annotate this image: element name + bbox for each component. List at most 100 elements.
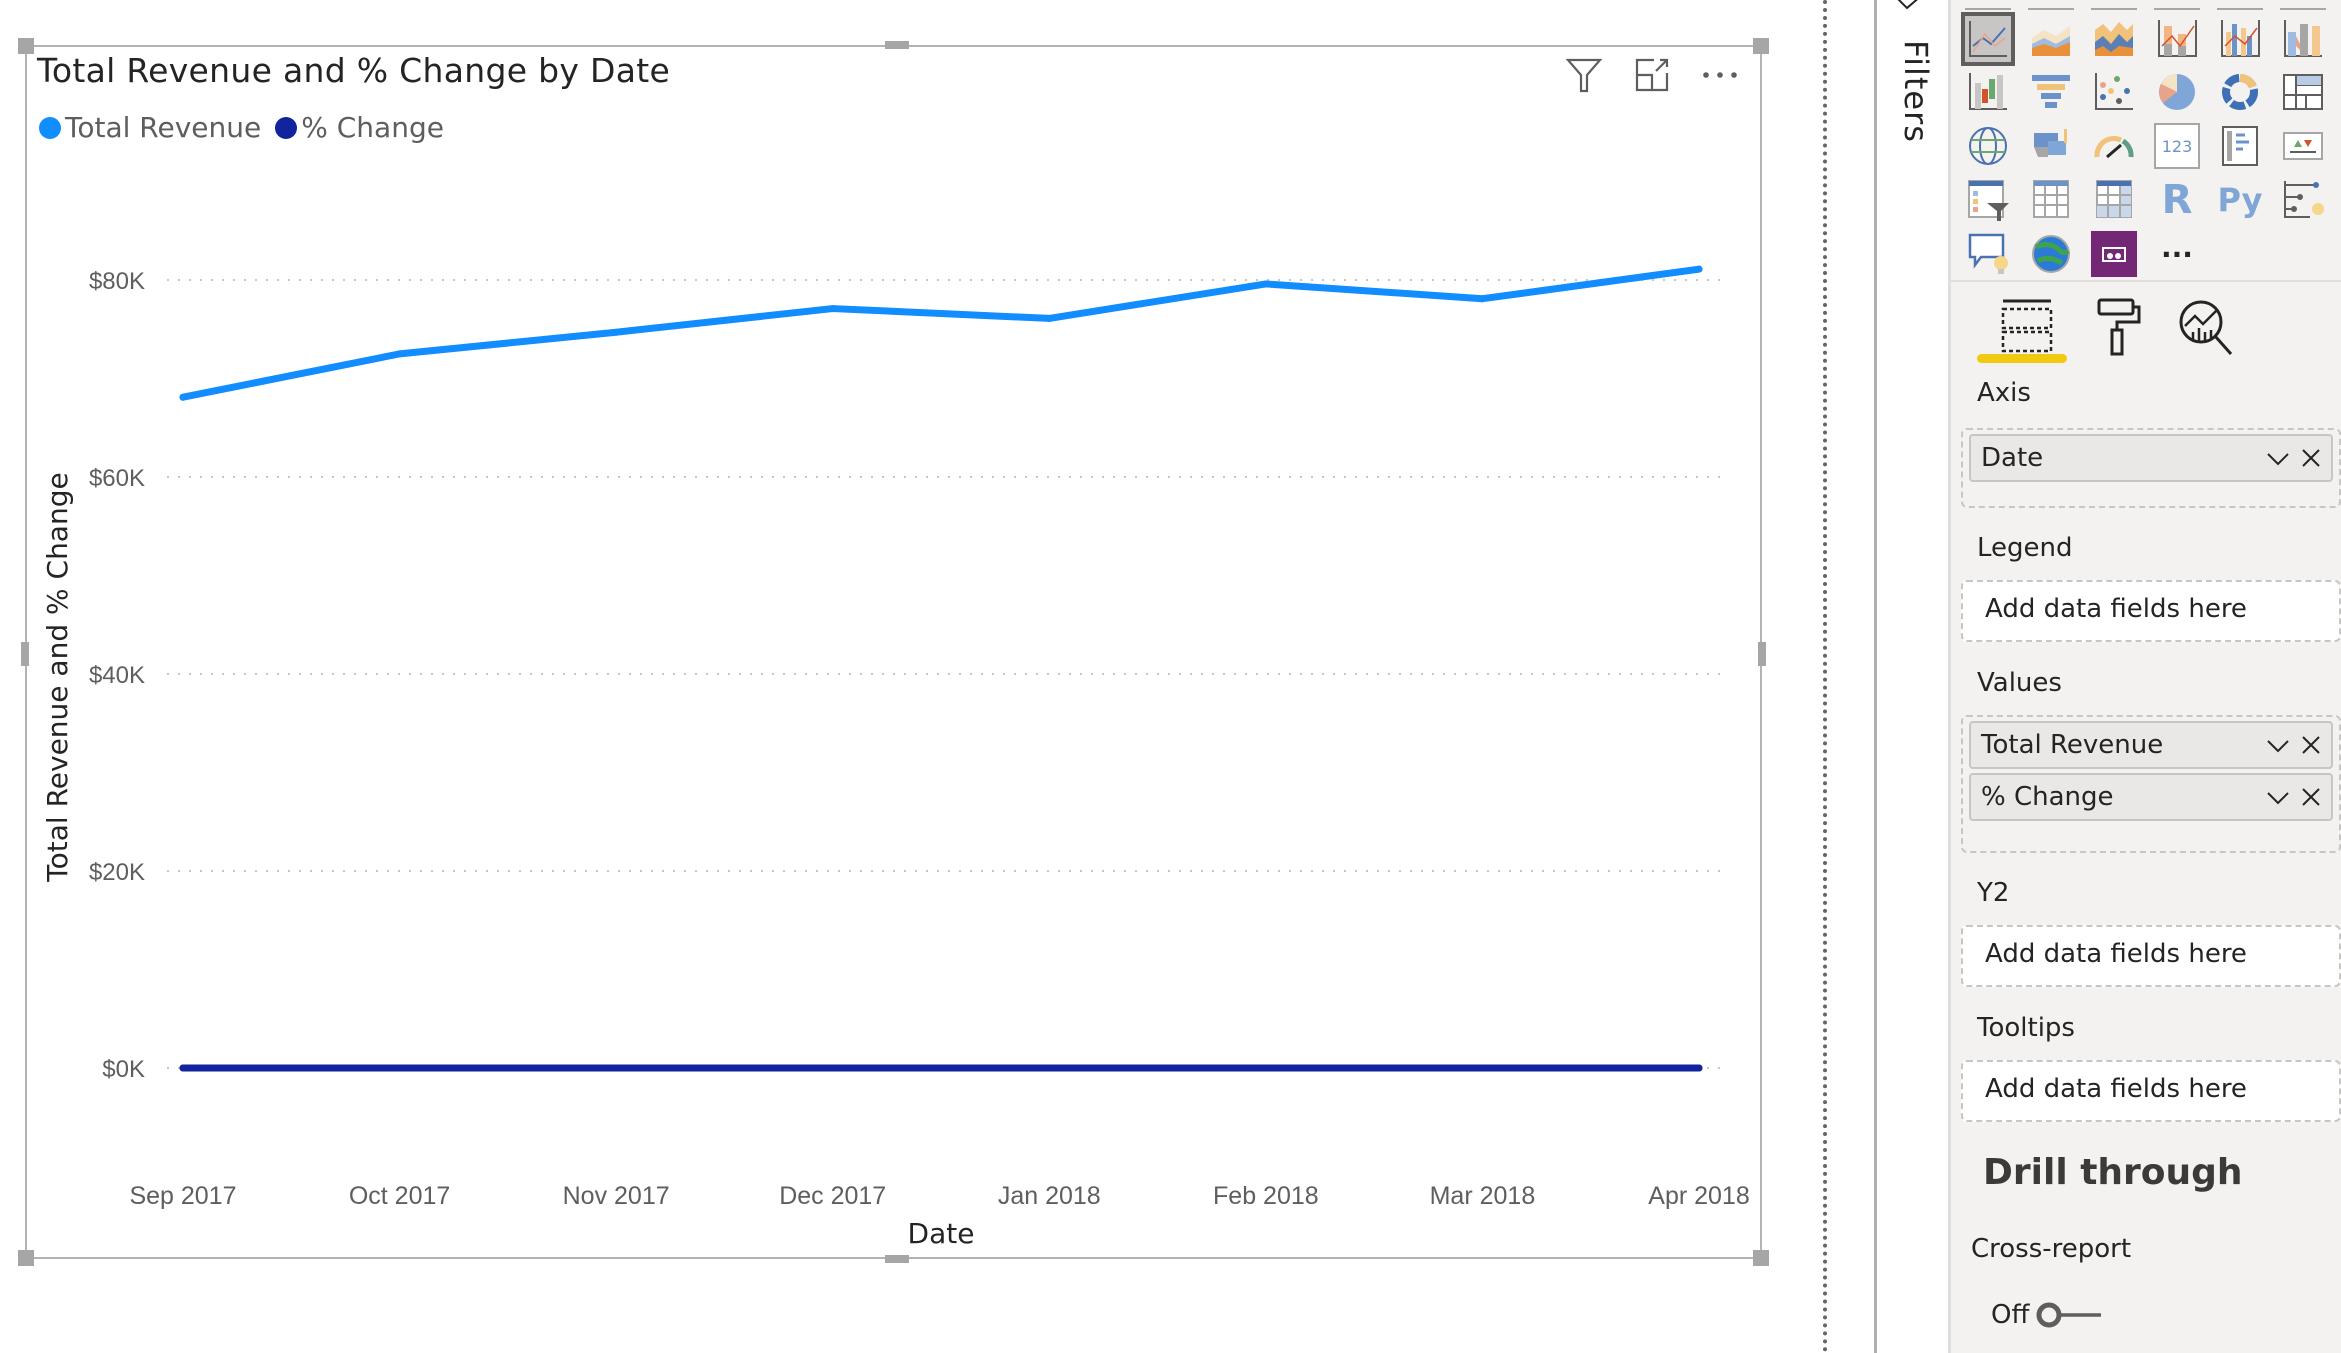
r-script-visual-icon[interactable]: R [2154, 177, 2200, 223]
visual-gallery-icon-cropped[interactable] [2217, 0, 2263, 10]
x-tick-label: Dec 2017 [779, 1182, 886, 1210]
values-field-percent-change[interactable]: % Change [1969, 773, 2333, 821]
scatter-chart-icon[interactable] [2091, 69, 2137, 115]
legend-well-placeholder: Add data fields here [1985, 594, 2247, 624]
card-icon[interactable]: 123 [2154, 123, 2200, 169]
more-visuals-icon[interactable]: ··· [2154, 231, 2200, 277]
power-apps-icon[interactable] [2091, 231, 2137, 277]
chevron-down-icon[interactable] [2265, 785, 2291, 811]
y-tick-label: $0K [102, 1056, 145, 1083]
data-point [1045, 314, 1053, 322]
tooltips-well-label: Tooltips [1977, 1013, 2075, 1043]
r-script-visual-glyph: R [2161, 177, 2193, 223]
axis-well[interactable]: Date [1961, 428, 2341, 508]
remove-field-icon[interactable] [2299, 733, 2323, 757]
values-field-total-revenue[interactable]: Total Revenue [1969, 721, 2333, 769]
pie-chart-icon[interactable] [2154, 69, 2200, 115]
remove-field-icon[interactable] [2299, 446, 2323, 470]
data-point [1045, 1064, 1053, 1072]
filled-map-icon[interactable] [2028, 123, 2074, 169]
analytics-tab[interactable] [2177, 296, 2237, 356]
area-chart-icon[interactable] [2028, 16, 2074, 62]
python-visual-glyph: Py [2217, 181, 2263, 219]
data-point [612, 328, 620, 336]
tooltips-well[interactable]: Add data fields here [1961, 1060, 2341, 1122]
tooltips-well-placeholder: Add data fields here [1985, 1074, 2247, 1104]
format-tab[interactable] [2087, 296, 2147, 356]
visual-gallery-icon-cropped[interactable] [2028, 0, 2074, 10]
values-well[interactable]: Total Revenue % Change [1961, 715, 2341, 853]
waterfall-chart-icon[interactable] [1965, 69, 2011, 115]
line-chart-icon[interactable] [1961, 12, 2015, 66]
filter-pane-icon [1897, 0, 1918, 10]
x-tick-label: Nov 2017 [563, 1182, 670, 1210]
data-point [612, 1064, 620, 1072]
visual-gallery-icon-cropped[interactable] [1965, 0, 2011, 10]
line-and-clustered-column-chart-icon[interactable] [2217, 16, 2263, 62]
axis-well-label: Axis [1977, 378, 2031, 408]
axis-field-date[interactable]: Date [1969, 434, 2333, 482]
data-point [396, 350, 404, 358]
drill-through-heading: Drill through [1983, 1152, 2243, 1193]
key-influencers-icon[interactable] [2280, 177, 2326, 223]
card-glyph: 123 [2154, 123, 2200, 169]
report-canvas[interactable]: Total Revenue and % Change by Date Total… [0, 0, 1825, 1353]
chevron-down-icon[interactable] [2265, 446, 2291, 472]
y-tick-label: $20K [89, 859, 145, 886]
y-tick-label: $60K [89, 465, 145, 492]
ribbon-chart-icon[interactable] [2280, 16, 2326, 62]
cross-report-toggle[interactable]: Off [1991, 1300, 2105, 1330]
visual-gallery-icon-cropped[interactable] [2091, 0, 2137, 10]
field-name: Total Revenue [1981, 730, 2164, 760]
slicer-icon[interactable] [1965, 177, 2011, 223]
visual-gallery-icon-cropped[interactable] [2280, 0, 2326, 10]
field-name: % Change [1981, 782, 2114, 812]
fields-tab[interactable] [1997, 296, 2057, 356]
x-tick-label: Oct 2017 [349, 1182, 450, 1210]
gallery-divider [1951, 280, 2341, 282]
data-point [1262, 1064, 1270, 1072]
toggle-state-label: Off [1991, 1300, 2030, 1330]
treemap-icon[interactable] [2280, 69, 2326, 115]
y2-well-label: Y2 [1977, 878, 2010, 908]
y-axis-title: Total Revenue and % Change [41, 472, 74, 882]
y-tick-label: $40K [89, 662, 145, 689]
x-tick-label: Jan 2018 [998, 1182, 1101, 1210]
donut-chart-icon[interactable] [2217, 69, 2263, 115]
visual-gallery-icon-cropped[interactable] [2154, 0, 2200, 10]
x-tick-label: Apr 2018 [1648, 1182, 1749, 1210]
python-visual-icon[interactable]: Py [2217, 177, 2263, 223]
data-point [1478, 1064, 1486, 1072]
multi-row-card-icon[interactable] [2217, 123, 2263, 169]
arcgis-map-icon[interactable] [2028, 231, 2074, 277]
gauge-icon[interactable] [2091, 123, 2137, 169]
matrix-icon[interactable] [2091, 177, 2137, 223]
map-icon[interactable] [1965, 123, 2011, 169]
legend-well[interactable]: Add data fields here [1961, 580, 2341, 642]
x-tick-label: Feb 2018 [1213, 1182, 1319, 1210]
data-point [179, 1064, 187, 1072]
chart-plot-area: $0K $20K $40K $60K $80K Sep 2017 Oct 2017 Nov 2… [41, 265, 1750, 1250]
filters-pane-label[interactable]: Filters [1897, 40, 1935, 143]
line-and-stacked-column-chart-icon[interactable] [2154, 16, 2200, 62]
more-visuals-glyph: ··· [2161, 237, 2193, 271]
series-line-total-revenue [179, 265, 1703, 401]
toggle-switch-icon[interactable] [2035, 1300, 2105, 1330]
x-axis-title: Date [908, 1217, 975, 1250]
data-point [1262, 280, 1270, 288]
y-tick-label: $80K [89, 268, 145, 295]
remove-field-icon[interactable] [2299, 785, 2323, 809]
y2-well[interactable]: Add data fields here [1961, 925, 2341, 987]
line-chart-visual[interactable]: Total Revenue and % Change by Date Total… [18, 38, 1769, 1266]
visualizations-pane: 123 R Py ··· Axis Date Legend Add data fiel… [1948, 0, 2341, 1353]
kpi-icon[interactable] [2280, 123, 2326, 169]
chevron-down-icon[interactable] [2265, 733, 2291, 759]
stacked-area-chart-icon[interactable] [2091, 16, 2137, 62]
active-tab-indicator [1977, 354, 2067, 363]
table-icon[interactable] [2028, 177, 2074, 223]
field-name: Date [1981, 443, 2044, 473]
funnel-chart-icon[interactable] [2028, 69, 2074, 115]
qa-visual-icon[interactable] [1965, 231, 2011, 277]
filters-pane-collapsed[interactable]: Filters [1874, 0, 1953, 1353]
y2-well-placeholder: Add data fields here [1985, 939, 2247, 969]
